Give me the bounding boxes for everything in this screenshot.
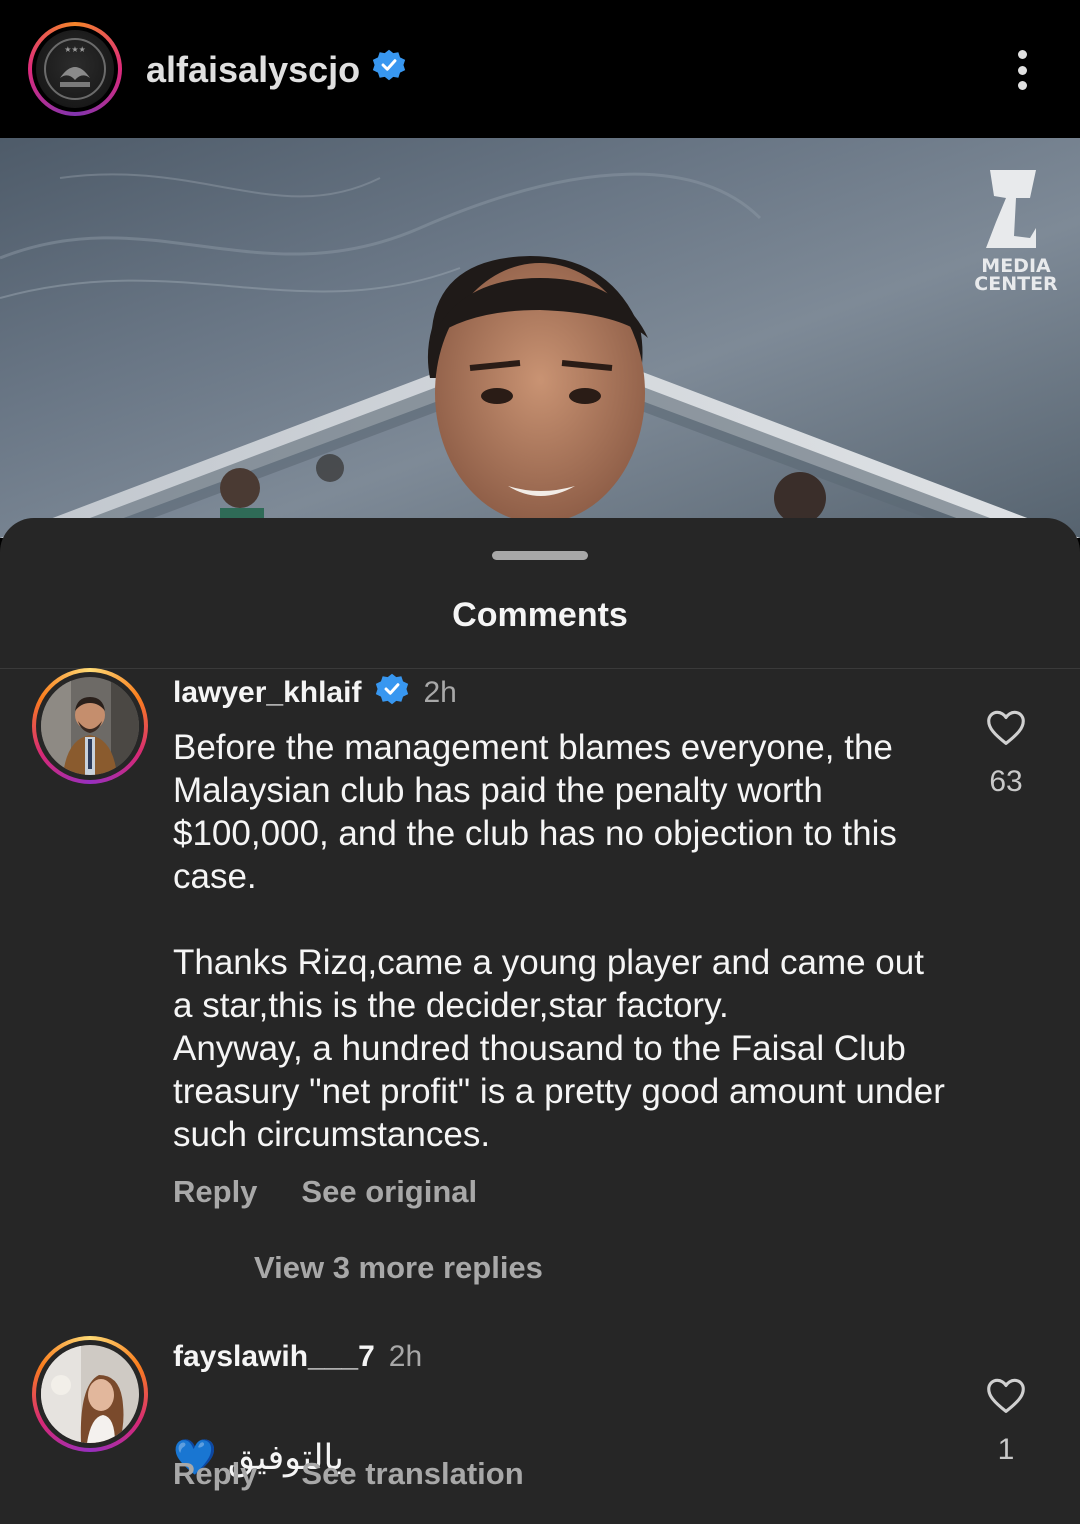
reply-button[interactable]: Reply xyxy=(173,1174,257,1210)
username-text[interactable]: alfaisalyscjo xyxy=(146,49,360,91)
comment-actions: Reply See original xyxy=(173,1174,477,1210)
dot xyxy=(1017,50,1027,59)
comment-timestamp: 2h xyxy=(388,1340,423,1373)
reply-button[interactable]: Reply xyxy=(173,1456,257,1492)
comment-username[interactable]: fayslawih___7 xyxy=(173,1340,375,1374)
post-image[interactable]: MEDIA CENTER xyxy=(0,138,1080,538)
see-translation-button[interactable]: See translation xyxy=(301,1456,523,1492)
view-more-replies-button[interactable]: View 3 more replies xyxy=(254,1250,543,1286)
post-header: ★★★ alfaisalyscjo xyxy=(0,0,1080,138)
divider xyxy=(0,668,1080,669)
sheet-drag-handle[interactable] xyxy=(492,551,588,560)
dot xyxy=(1017,81,1027,90)
like-count: 1 xyxy=(997,1433,1015,1466)
media-center-logo xyxy=(986,170,1036,248)
commenter-avatar[interactable] xyxy=(32,1336,148,1452)
comments-sheet: Comments lawyer_khlaif 2h Before the man… xyxy=(0,518,1080,1524)
avatar-photo xyxy=(41,677,139,775)
more-options-button[interactable] xyxy=(1000,44,1044,96)
svg-text:★★★: ★★★ xyxy=(64,45,86,54)
comment-text: Before the management blames everyone, t… xyxy=(173,728,945,1154)
club-crest-icon: ★★★ xyxy=(44,38,106,100)
comment-header: lawyer_khlaif 2h xyxy=(173,672,457,714)
comment-actions: Reply See translation xyxy=(173,1456,524,1492)
avatar-photo xyxy=(41,1345,139,1443)
heart-icon[interactable] xyxy=(985,1376,1027,1414)
profile-avatar[interactable]: ★★★ xyxy=(28,22,122,116)
media-center-line2: CENTER xyxy=(974,273,1058,295)
see-original-button[interactable]: See original xyxy=(301,1174,477,1210)
like-button[interactable]: 1 xyxy=(978,1376,1034,1467)
comment-timestamp: 2h xyxy=(423,676,457,709)
post-artwork: MEDIA CENTER xyxy=(0,170,1080,538)
comment-header: fayslawih___7 2h xyxy=(173,1340,422,1374)
like-button[interactable]: 63 xyxy=(978,708,1034,799)
post-author[interactable]: alfaisalyscjo xyxy=(146,48,406,91)
heart-icon[interactable] xyxy=(985,708,1027,746)
sheet-title: Comments xyxy=(452,596,628,634)
commenter-avatar[interactable] xyxy=(32,668,148,784)
verified-badge-icon xyxy=(372,48,406,91)
dot xyxy=(1017,65,1027,75)
comment-username[interactable]: lawyer_khlaif xyxy=(173,676,361,710)
verified-badge-icon xyxy=(375,672,409,714)
like-count: 63 xyxy=(989,765,1023,798)
